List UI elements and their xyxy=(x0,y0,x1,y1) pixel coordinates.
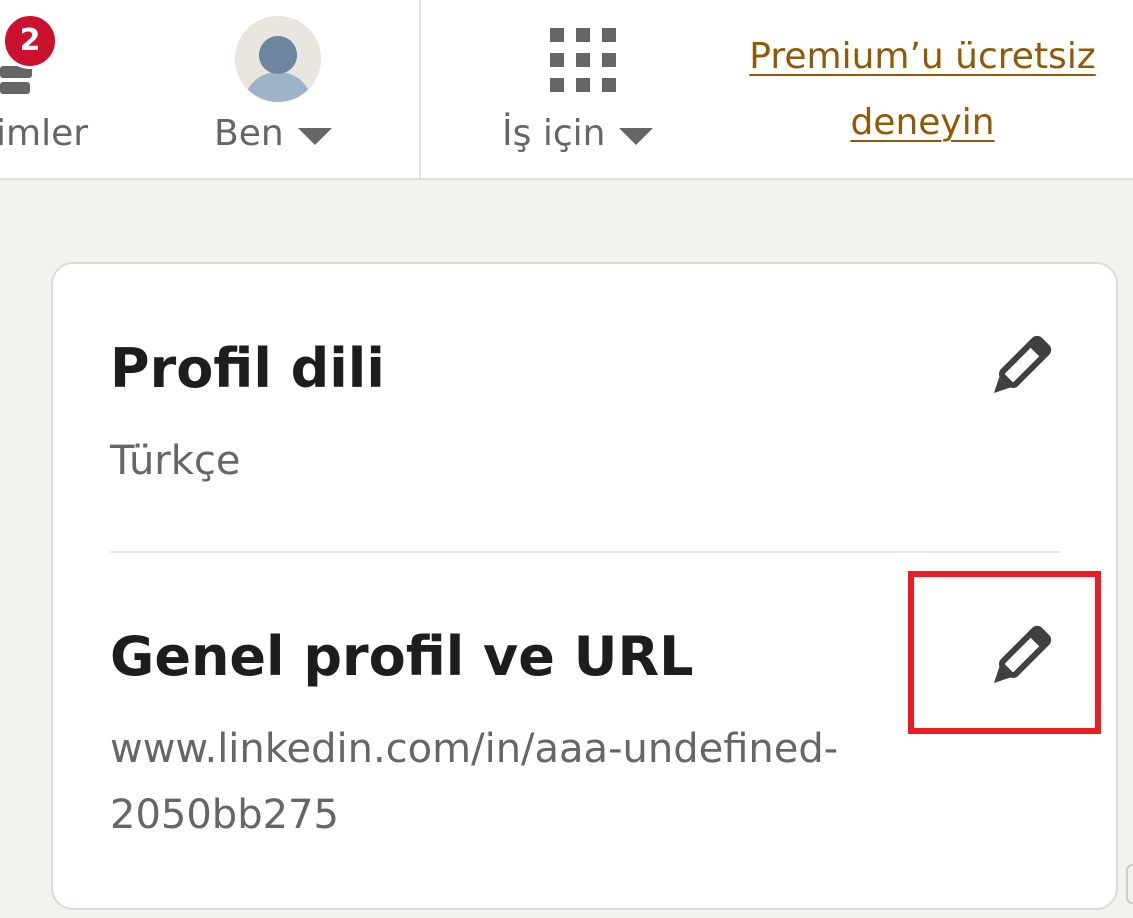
nav-me-label-row[interactable]: Ben xyxy=(214,112,332,156)
nav-notifications[interactable]: 2 imler xyxy=(0,0,110,178)
caret-down-icon xyxy=(297,127,332,145)
nav-business-label: İş için xyxy=(502,113,606,154)
nav-for-business[interactable]: İş için xyxy=(490,0,670,178)
avatar-silhouette-icon xyxy=(235,16,321,102)
top-nav: 2 imler Ben İş için Premium’u ücretsiz d… xyxy=(0,0,1133,180)
nav-notifications-label: imler xyxy=(0,113,89,154)
edit-public-profile-url-button[interactable] xyxy=(973,614,1063,704)
nav-divider xyxy=(419,0,421,178)
nav-me-menu[interactable]: Ben xyxy=(205,0,345,178)
profile-settings-card: Profil dili Türkçe Genel profil ve URL w… xyxy=(51,262,1118,910)
profile-language-title: Profil dili xyxy=(110,337,385,400)
notification-badge: 2 xyxy=(2,13,58,69)
pencil-icon xyxy=(993,335,1052,394)
edit-profile-language-button[interactable] xyxy=(973,324,1063,414)
try-premium-line1: Premium’u ücretsiz xyxy=(749,36,1096,77)
grid-apps-icon xyxy=(550,28,616,92)
pencil-icon xyxy=(993,625,1052,684)
try-premium-line2: deneyin xyxy=(850,102,995,143)
profile-language-value: Türkçe xyxy=(110,438,241,484)
section-divider xyxy=(110,551,1060,553)
nav-business-label-row[interactable]: İş için xyxy=(502,112,654,156)
try-premium-link[interactable]: Premium’u ücretsiz deneyin xyxy=(735,24,1110,156)
public-profile-title: Genel profil ve URL xyxy=(110,625,694,688)
avatar[interactable] xyxy=(235,16,321,102)
nav-me-label: Ben xyxy=(214,113,284,154)
scroll-edge xyxy=(1126,864,1133,904)
caret-down-icon xyxy=(619,127,654,145)
public-profile-url-line2: 2050bb275 xyxy=(110,792,339,838)
public-profile-url-line1: www.linkedin.com/in/aaa-undefined- xyxy=(110,726,839,772)
